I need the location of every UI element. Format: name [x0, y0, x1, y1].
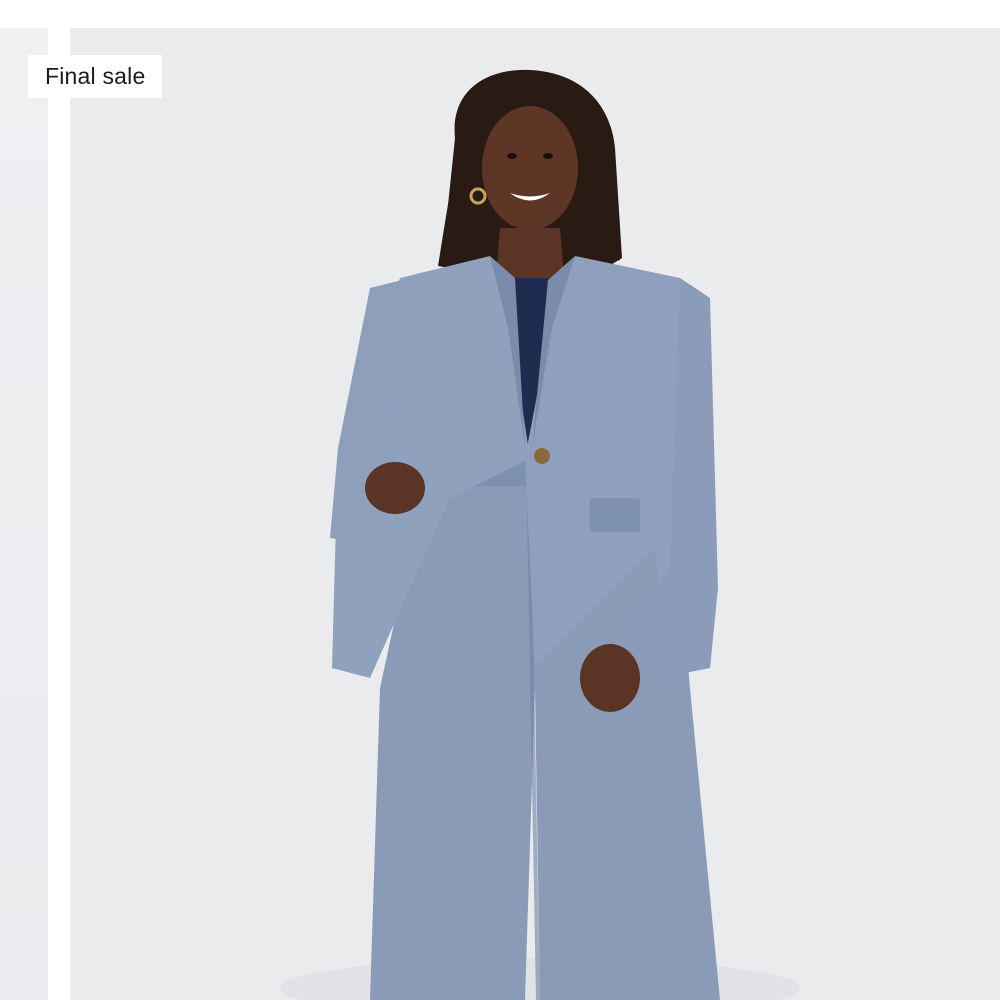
left-hand — [365, 462, 425, 514]
product-gallery: Final sale — [0, 0, 1000, 1000]
face — [482, 106, 578, 230]
product-image[interactable] — [70, 28, 1000, 1000]
right-hand — [580, 644, 640, 712]
model-illustration — [70, 28, 1000, 1000]
previous-image-peek[interactable] — [0, 28, 48, 1000]
final-sale-badge: Final sale — [28, 55, 163, 98]
blazer-button — [534, 448, 550, 464]
gallery-divider — [48, 28, 70, 1000]
